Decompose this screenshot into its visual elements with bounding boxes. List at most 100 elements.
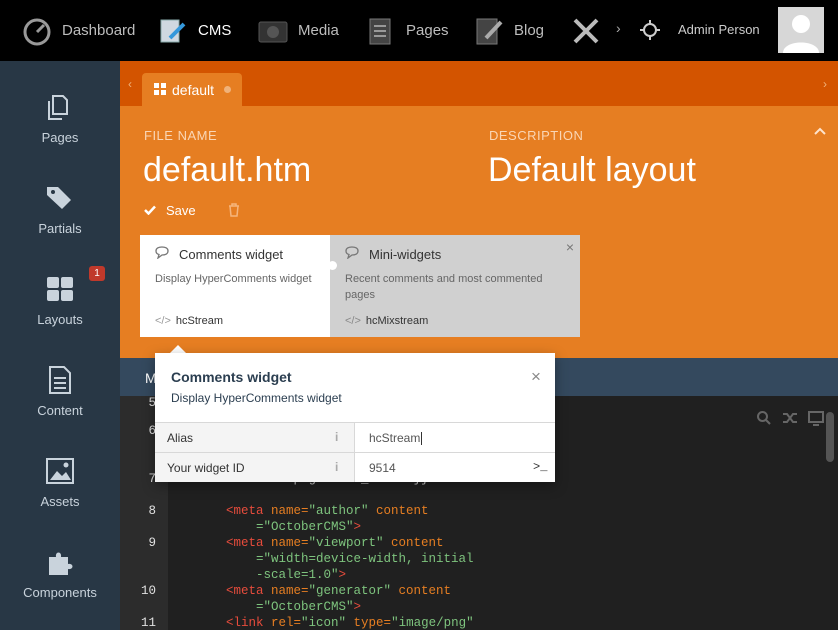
nav-cms-label: CMS — [198, 22, 232, 39]
info-icon[interactable]: i — [335, 460, 338, 474]
code-token: content — [391, 536, 444, 550]
tab-strip: ‹ default › — [120, 61, 838, 106]
nav-pages-label: Pages — [406, 22, 449, 39]
code-token: ="OctoberCMS" — [226, 600, 354, 614]
code-token: name= — [271, 584, 309, 598]
info-icon[interactable]: i — [335, 430, 338, 444]
editor-scrollbar[interactable] — [826, 412, 834, 462]
shuffle-icon[interactable] — [782, 410, 798, 431]
mini-widgets-title: Mini-widgets — [369, 246, 442, 262]
popup-title: Comments widget — [171, 369, 292, 385]
terminal-icon[interactable]: >_ — [533, 460, 547, 474]
admin-name[interactable]: Admin Person — [678, 22, 760, 37]
save-button[interactable]: Save — [144, 203, 196, 218]
code-text: <meta name="generator" content — [226, 584, 451, 598]
nav-blog-label: Blog — [514, 22, 545, 39]
sidebar-item-partials[interactable]: Partials — [0, 181, 120, 272]
code-text: ="OctoberCMS"> — [226, 600, 361, 614]
code-text: <link rel="icon" type="image/png" — [226, 616, 474, 630]
collapse-chevron-icon[interactable] — [814, 123, 826, 139]
line-number: 5 — [148, 396, 156, 410]
file-name-input[interactable]: default.htm — [143, 151, 311, 190]
nav-media[interactable]: Media — [258, 0, 339, 61]
code-token: "viewport" — [308, 536, 392, 550]
mini-widgets-card[interactable]: Mini-widgets Recent comments and most co… — [330, 235, 580, 337]
dashboard-icon — [22, 16, 52, 46]
tab-default[interactable]: default — [142, 73, 242, 106]
sidebar-item-assets[interactable]: Assets — [0, 454, 120, 545]
alias-value: hcStream — [369, 431, 421, 445]
unsaved-indicator — [224, 86, 232, 93]
property-row-widget-id: Your widget ID i 9514 >_ — [155, 452, 555, 482]
code-token: content — [376, 504, 429, 518]
layout-grid-icon — [154, 82, 166, 98]
sidebar-item-layouts[interactable]: 1 Layouts — [0, 266, 120, 363]
nav-dashboard[interactable]: Dashboard — [22, 0, 135, 61]
file-name-label: FILE NAME — [144, 128, 218, 143]
code-token: "icon" — [301, 616, 354, 630]
media-icon — [258, 16, 288, 46]
sidebar-item-content[interactable]: Content — [0, 363, 120, 454]
code-token: rel= — [271, 616, 302, 630]
sidebar-item-pages[interactable]: Pages — [0, 90, 120, 181]
widget-id-input[interactable]: 9514 — [369, 461, 396, 475]
scroll-left-icon[interactable]: ‹ — [128, 77, 132, 91]
sidebar-item-label: Components — [23, 585, 97, 600]
nav-cms[interactable]: CMS — [158, 0, 231, 61]
nav-more-chevron[interactable]: › — [616, 20, 621, 36]
cms-icon — [158, 16, 188, 46]
comments-widget-alias: hcStream — [175, 315, 223, 327]
components-icon — [44, 545, 76, 579]
code-token: <link — [226, 616, 272, 630]
property-row-alias: Alias i hcStream — [155, 422, 555, 452]
fullscreen-icon[interactable] — [808, 410, 824, 431]
code-token: > — [353, 520, 362, 534]
card-alias: </> hcMixstream — [345, 315, 428, 327]
mini-widgets-description: Recent comments and most commented pages — [345, 273, 543, 301]
code-token: -scale=1.0" — [226, 568, 339, 582]
code-token: content — [398, 584, 452, 598]
pages-icon — [366, 16, 396, 46]
popup-arrow — [170, 345, 186, 353]
alias-input[interactable]: hcStream — [369, 431, 423, 446]
widget-properties-popup: Comments widget Display HyperComments wi… — [155, 353, 555, 482]
card-alias: </> hcStream — [155, 315, 223, 327]
property-name: Your widget ID — [155, 453, 355, 482]
nav-blog[interactable]: Blog — [474, 0, 544, 61]
nav-pages[interactable]: Pages — [366, 0, 449, 61]
trash-icon[interactable] — [228, 203, 242, 217]
avatar[interactable] — [778, 7, 824, 53]
description-input[interactable]: Default layout — [488, 151, 696, 190]
editor-toolbar — [756, 410, 824, 431]
assets-icon — [44, 454, 76, 488]
scroll-right-icon[interactable]: › — [823, 77, 827, 91]
tab-label: default — [172, 81, 215, 98]
code-token: > — [338, 568, 347, 582]
sidebar-item-components[interactable]: Components — [0, 545, 120, 630]
close-icon[interactable]: × — [531, 367, 541, 387]
line-number: 7 — [148, 472, 156, 486]
card-drag-handle[interactable] — [328, 261, 337, 270]
code-icon: </> — [345, 315, 361, 327]
comments-widget-card[interactable]: Comments widget Display HyperComments wi… — [140, 235, 330, 337]
remove-widget-icon[interactable]: × — [566, 239, 574, 255]
code-token: <meta — [226, 584, 272, 598]
code-token: <meta — [226, 536, 272, 550]
layouts-count-badge: 1 — [89, 266, 105, 281]
line-number: 8 — [148, 504, 156, 518]
sidebar-item-label: Assets — [40, 494, 80, 509]
search-icon[interactable] — [756, 410, 772, 431]
code-text: <meta name="author" content — [226, 504, 429, 518]
tools-icon — [571, 16, 601, 46]
code-icon: </> — [155, 315, 171, 327]
content-icon — [44, 363, 76, 397]
sidebar-item-label: Partials — [38, 221, 82, 236]
nav-tools[interactable] — [571, 0, 601, 61]
code-token: <meta — [226, 504, 272, 518]
save-label: Save — [166, 203, 196, 218]
crosshair-icon[interactable] — [640, 20, 660, 40]
comments-icon — [345, 246, 361, 262]
nav-media-label: Media — [298, 22, 339, 39]
code-token: > — [353, 600, 362, 614]
layout-editor-header: ‹ default › FILE NAME default.htm DESCRI… — [120, 61, 838, 358]
